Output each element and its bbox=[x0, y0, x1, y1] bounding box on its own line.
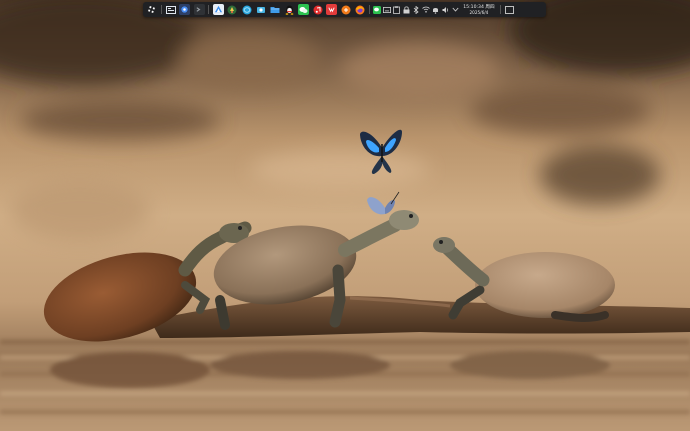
control-center-icon[interactable] bbox=[179, 4, 191, 15]
show-desktop-icon[interactable] bbox=[504, 4, 515, 15]
screenshot-icon[interactable] bbox=[255, 4, 266, 15]
terminal-icon[interactable] bbox=[193, 4, 205, 15]
bluetooth-icon[interactable] bbox=[412, 5, 420, 14]
clock-date: 2025/6/4 bbox=[469, 9, 489, 15]
wechat-icon[interactable] bbox=[297, 4, 309, 15]
desktop: 15:10:34 周四 2025/6/4 bbox=[0, 0, 690, 431]
browser-icon[interactable] bbox=[241, 4, 252, 15]
taskbar-separator bbox=[499, 5, 501, 14]
file-manager-icon[interactable] bbox=[212, 4, 224, 15]
taskbar: 15:10:34 周四 2025/6/4 bbox=[143, 2, 546, 17]
qq-icon[interactable] bbox=[284, 4, 295, 15]
app-store-icon[interactable] bbox=[227, 4, 238, 15]
chevron-down-icon[interactable] bbox=[451, 6, 459, 14]
music-icon[interactable] bbox=[312, 4, 323, 15]
wifi-icon[interactable] bbox=[422, 6, 430, 14]
launcher-icon[interactable] bbox=[146, 4, 157, 15]
notification-bell-icon[interactable] bbox=[432, 6, 440, 14]
taskbar-separator bbox=[160, 5, 162, 14]
chinese-input-icon[interactable] bbox=[340, 4, 351, 15]
multitasking-view-icon[interactable] bbox=[165, 4, 176, 15]
taskbar-separator bbox=[369, 5, 371, 14]
wps-icon[interactable] bbox=[326, 4, 338, 15]
lock-icon[interactable] bbox=[402, 5, 410, 14]
folder-icon[interactable] bbox=[270, 4, 281, 15]
taskbar-separator bbox=[208, 5, 210, 14]
clipboard-icon[interactable] bbox=[393, 5, 401, 14]
volume-icon[interactable] bbox=[442, 6, 450, 14]
firefox-icon[interactable] bbox=[355, 4, 366, 15]
keyboard-icon[interactable] bbox=[382, 6, 391, 14]
taskbar-clock[interactable]: 15:10:34 周四 2025/6/4 bbox=[463, 5, 494, 15]
wechat-tray-icon[interactable] bbox=[373, 5, 382, 14]
wallpaper-image bbox=[0, 0, 690, 431]
